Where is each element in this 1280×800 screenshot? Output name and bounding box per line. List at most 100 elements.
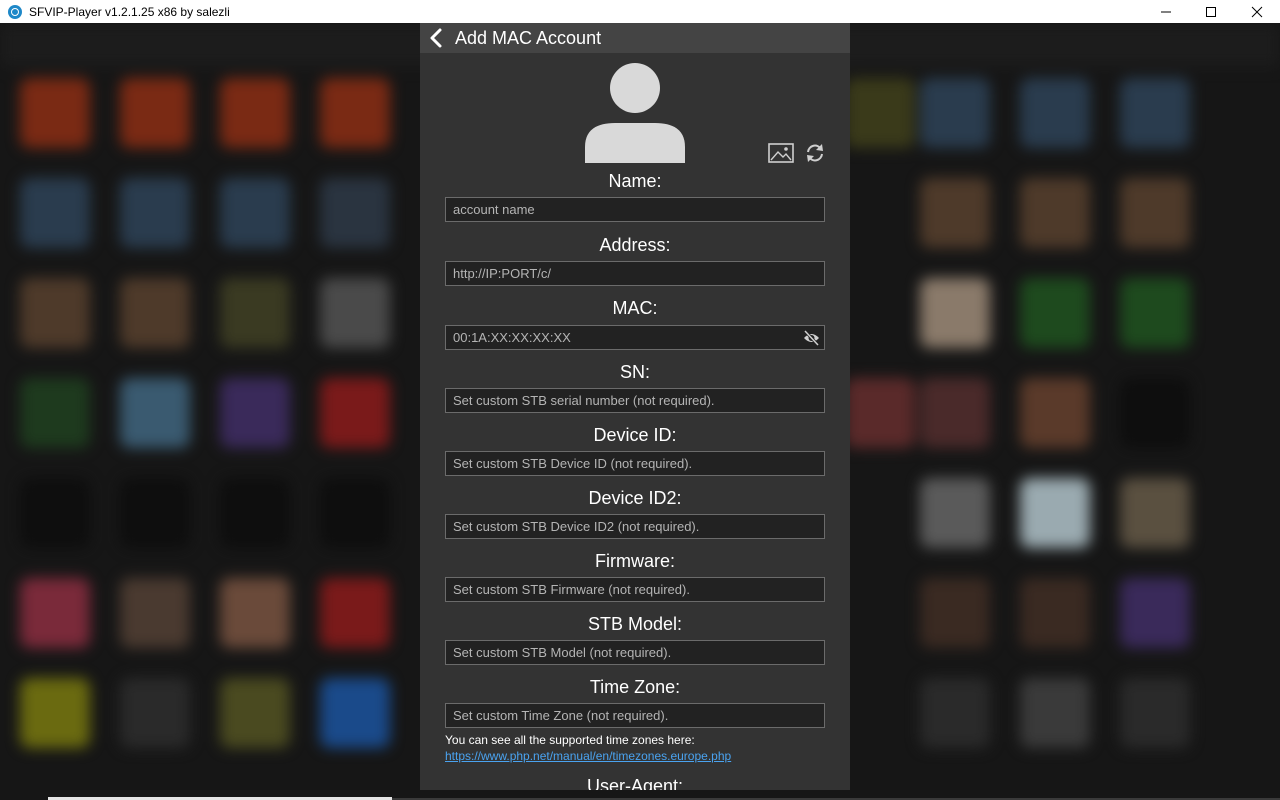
background-tile [220,578,290,648]
time-zone-field[interactable] [445,703,825,728]
address-field[interactable] [445,261,825,286]
background-tile [1120,678,1190,748]
close-button[interactable] [1234,0,1280,23]
background-tile [920,578,990,648]
background-tile [120,178,190,248]
background-tile [920,278,990,348]
background-tile [220,278,290,348]
minimize-icon [1161,11,1171,12]
background-tile [220,178,290,248]
background-tile [1020,378,1090,448]
background-tile [120,678,190,748]
background-tile [1020,578,1090,648]
background-tile [320,278,390,348]
mac-label: MAC: [612,298,658,318]
sn-input[interactable] [446,389,824,412]
device-id-label: Device ID: [593,425,677,445]
background-tile [1120,178,1190,248]
name-label: Name: [608,171,662,191]
reset-image-button[interactable] [804,142,826,164]
background-tile [320,78,390,148]
user-agent-label: User-Agent: [586,776,684,790]
background-tile [320,678,390,748]
dialog-title: Add MAC Account [455,28,602,48]
window-titlebar: SFVIP-Player v1.2.1.25 x86 by salezli [0,0,1280,23]
background-tile [920,78,990,148]
stb-model-label: STB Model: [587,614,683,634]
mac-field[interactable] [445,325,825,350]
background-tile [845,78,915,148]
choose-image-button[interactable] [768,142,794,164]
background-tile [20,178,90,248]
background-tile [920,378,990,448]
background-tile [1120,278,1190,348]
background-tile [1120,78,1190,148]
image-icon [768,143,794,163]
app-logo-icon [8,4,22,19]
name-input[interactable] [446,198,824,221]
background-tile [20,478,90,548]
window-title: SFVIP-Player v1.2.1.25 x86 by salezli [29,4,230,19]
sn-label: SN: [619,362,650,382]
background-tile [120,278,190,348]
background-tile [920,678,990,748]
chevron-left-icon [430,28,442,48]
device-id2-field[interactable] [445,514,825,539]
background-tile [220,678,290,748]
background-tile [20,378,90,448]
background-tile [20,578,90,648]
background-tile [320,478,390,548]
firmware-label: Firmware: [595,551,675,571]
background-tile [1120,378,1190,448]
refresh-icon [807,144,823,162]
stb-model-field[interactable] [445,640,825,665]
maximize-icon [1206,6,1216,17]
eye-slash-icon[interactable] [803,330,820,346]
background-tile [20,678,90,748]
dialog-header: Add MAC Account [420,23,850,53]
background-tile [320,178,390,248]
firmware-field[interactable] [445,577,825,602]
background-tile [120,78,190,148]
device-id2-label: Device ID2: [588,488,682,508]
background-tile [1020,78,1090,148]
background-tile [1020,178,1090,248]
background-tile [920,178,990,248]
time-zone-note: You can see all the supported time zones… [445,733,695,747]
background-tile [1120,478,1190,548]
time-zone-input[interactable] [446,704,824,727]
maximize-button[interactable] [1188,0,1234,23]
close-icon [1251,6,1263,17]
background-tile [1020,478,1090,548]
add-mac-account-dialog: Add MAC Account Name: Address: MAC: [420,23,850,790]
mac-input[interactable] [446,326,824,349]
device-id-field[interactable] [445,451,825,476]
minimize-button[interactable] [1143,0,1189,23]
address-input[interactable] [446,262,824,285]
device-id2-input[interactable] [446,515,824,538]
time-zones-link[interactable]: https://www.php.net/manual/en/timezones.… [445,748,731,764]
background-tile [320,378,390,448]
background-tile [845,378,915,448]
background-tile [320,578,390,648]
background-tile [120,378,190,448]
background-tile [220,478,290,548]
back-button[interactable] [426,27,448,49]
background-tile [20,78,90,148]
user-silhouette-icon[interactable] [585,63,685,163]
stb-model-input[interactable] [446,641,824,664]
background-tile [1020,278,1090,348]
device-id-input[interactable] [446,452,824,475]
background-tile [1020,678,1090,748]
background-tile [220,78,290,148]
background-tile [220,378,290,448]
background-tile [920,478,990,548]
sn-field[interactable] [445,388,825,413]
address-label: Address: [599,235,671,255]
background-tile [120,478,190,548]
time-zone-label: Time Zone: [589,677,681,697]
background-tile [1120,578,1190,648]
background-tile [120,578,190,648]
name-field[interactable] [445,197,825,222]
firmware-input[interactable] [446,578,824,601]
